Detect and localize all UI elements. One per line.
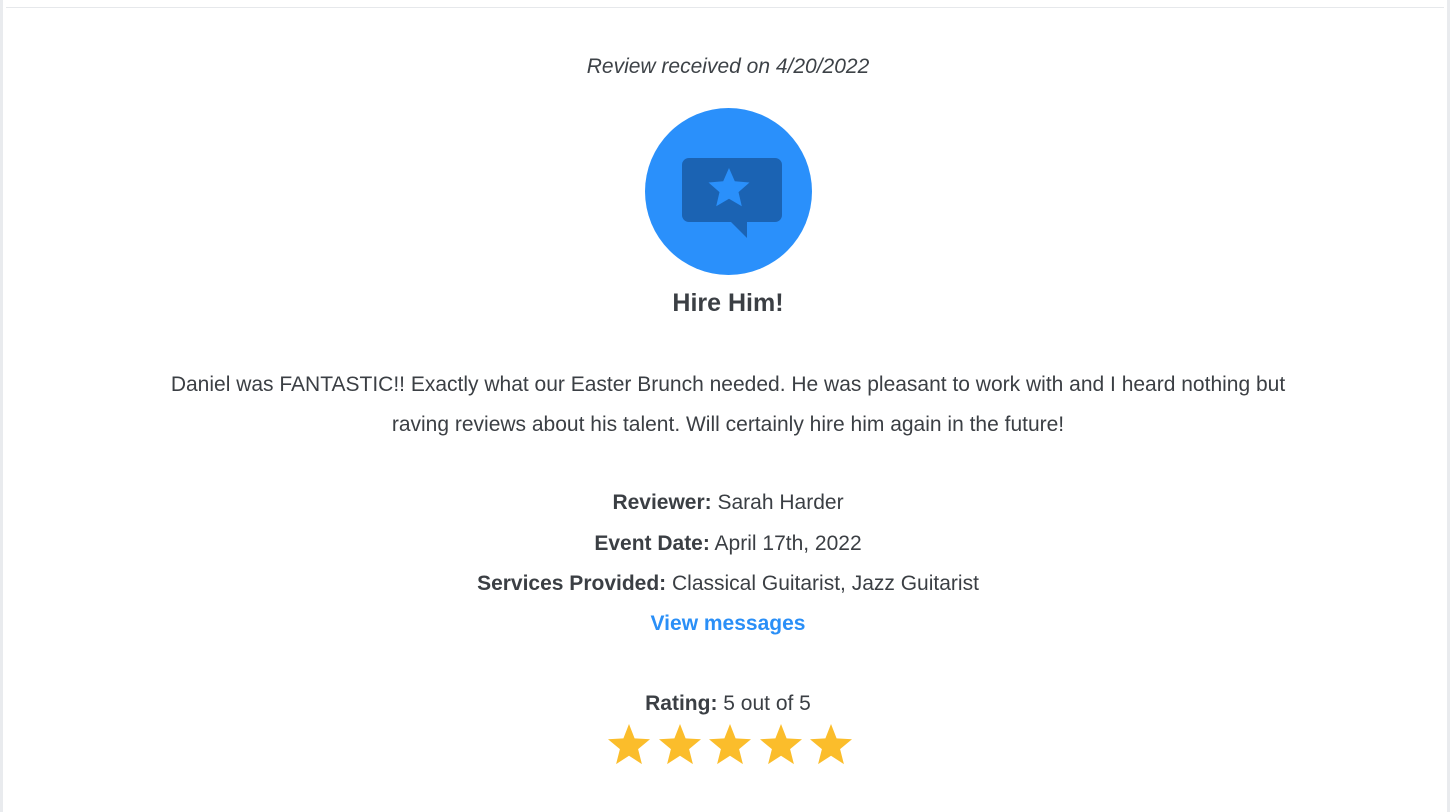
- star-icon: [606, 722, 652, 768]
- services-label: Services Provided:: [477, 572, 667, 595]
- reviewer-line: Reviewer: Sarah Harder: [3, 491, 1450, 515]
- services-value: Classical Guitarist, Jazz Guitarist: [672, 572, 979, 595]
- view-messages-link[interactable]: View messages: [651, 612, 806, 635]
- star-icon: [758, 722, 804, 768]
- rating-label: Rating:: [645, 692, 718, 715]
- rating-stars: [603, 722, 853, 772]
- event-date-label: Event Date:: [594, 532, 710, 555]
- services-line: Services Provided: Classical Guitarist, …: [3, 572, 1450, 596]
- review-panel: Review received on 4/20/2022 Hire Him! D…: [0, 0, 1450, 812]
- star-icon: [707, 722, 753, 768]
- reviewer-label: Reviewer:: [612, 491, 712, 514]
- rating-line: Rating: 5 out of 5: [3, 692, 1450, 716]
- event-date-line: Event Date: April 17th, 2022: [3, 532, 1450, 556]
- event-date-value: April 17th, 2022: [714, 532, 862, 555]
- review-star-bubble-icon: [645, 108, 812, 275]
- review-title: Hire Him!: [672, 289, 784, 317]
- star-icon: [808, 722, 854, 768]
- review-body: Daniel was FANTASTIC!! Exactly what our …: [170, 373, 1286, 436]
- top-divider: [6, 7, 1444, 8]
- review-received-date: Review received on 4/20/2022: [586, 55, 870, 78]
- reviewer-name: Sarah Harder: [717, 491, 844, 514]
- rating-value: 5 out of 5: [723, 692, 811, 715]
- view-messages-link-row: View messages: [3, 612, 1450, 636]
- star-icon: [657, 722, 703, 768]
